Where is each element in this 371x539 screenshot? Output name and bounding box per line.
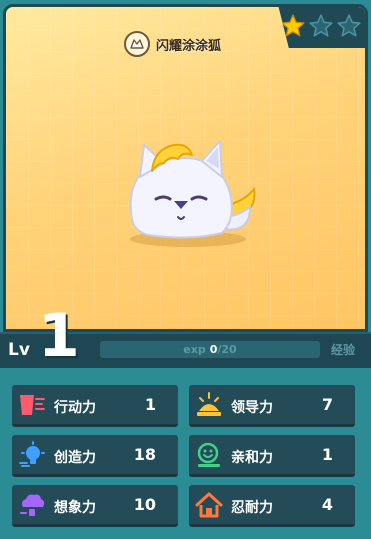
stat-value: 7 — [321, 395, 333, 414]
stats-panel: 行动力 1 领导力 7 创造力 18 亲和力 1 想象力 10 忍耐力 4 — [0, 368, 371, 539]
exp-progress-bar: exp 0 /20 — [100, 341, 320, 358]
pet-card-frame: 闪耀涂涂狐 Lv 1 exp 0 /20 经验 行动力 1 领导力 7 创造力 … — [0, 0, 371, 539]
star-empty-icon — [337, 14, 361, 37]
stat-label: 领导力 — [231, 400, 273, 416]
fox-head-icon — [124, 31, 150, 57]
exp-button[interactable]: 经验 — [326, 339, 360, 359]
exp-max: /20 — [217, 343, 237, 356]
stat-value: 1 — [321, 445, 333, 464]
stat-label: 行动力 — [54, 400, 96, 416]
exp-label: exp — [183, 343, 206, 356]
stat-imagination: 想象力 10 — [12, 485, 178, 527]
level-value: 1 — [38, 301, 80, 371]
stat-value: 18 — [133, 445, 156, 464]
stat-creativity: 创造力 18 — [12, 435, 178, 477]
stat-label: 想象力 — [54, 500, 96, 516]
pet-name-tag: 闪耀涂涂狐 — [124, 31, 221, 57]
fox-pet-illustration — [129, 140, 256, 247]
stat-action: 行动力 1 — [12, 385, 178, 427]
stat-affinity: 亲和力 1 — [189, 435, 355, 477]
stat-value: 10 — [133, 495, 156, 514]
pet-card: 闪耀涂涂狐 — [3, 4, 368, 332]
stat-label: 忍耐力 — [231, 500, 273, 516]
stat-value: 4 — [321, 495, 333, 514]
stat-leadership: 领导力 7 — [189, 385, 355, 427]
level-label: Lv — [8, 340, 30, 360]
lightbulb-icon — [19, 441, 45, 467]
stat-value: 1 — [144, 395, 156, 414]
stat-label: 亲和力 — [231, 450, 273, 466]
stat-label: 创造力 — [54, 450, 96, 466]
house-shield-icon — [195, 492, 223, 518]
sun-rising-icon — [197, 392, 221, 416]
exp-readout: exp 0 /20 — [100, 341, 320, 358]
stat-endurance: 忍耐力 4 — [189, 485, 355, 527]
smiley-face-icon — [197, 442, 220, 467]
cloud-dream-icon — [20, 494, 45, 516]
star-empty-icon — [309, 14, 333, 37]
running-flag-icon — [20, 395, 45, 415]
pet-name: 闪耀涂涂狐 — [156, 38, 222, 54]
exp-current: 0 — [209, 343, 218, 356]
